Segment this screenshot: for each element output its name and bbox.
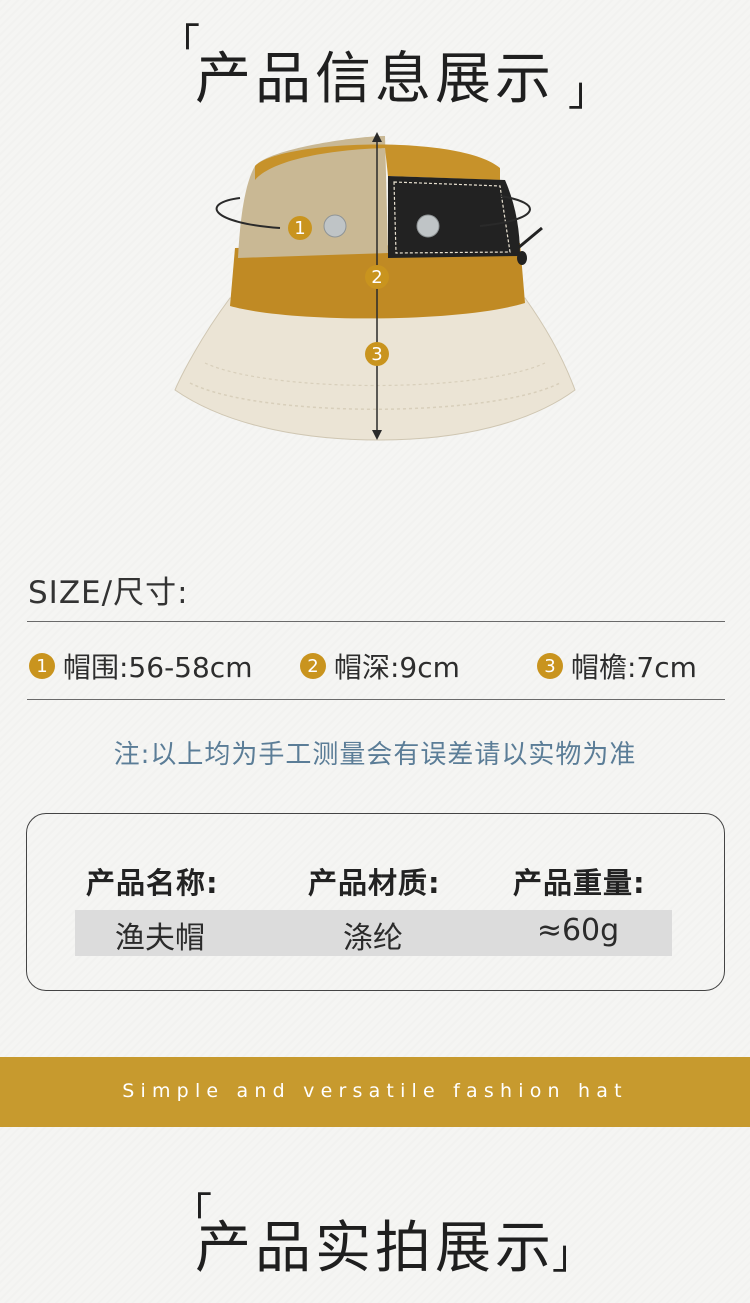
size-divider-top <box>27 621 725 622</box>
dimension-number-badge: 1 <box>29 653 55 679</box>
hat-marker-1: 1 <box>288 216 312 240</box>
dimension-circumference: 1 帽围:56-58cm <box>29 644 252 688</box>
dimension-label: 帽檐:7cm <box>571 651 697 684</box>
photo-title-close-bracket: 」 <box>552 1232 592 1278</box>
dimension-label: 帽深:9cm <box>334 651 460 684</box>
photo-title-block: 「 产品实拍展示 」 <box>0 1193 750 1283</box>
dimension-brim: 3 帽檐:7cm <box>537 644 697 688</box>
product-info-box <box>26 813 725 991</box>
tagline-text: Simple and versatile fashion hat <box>122 1080 628 1102</box>
dimension-depth: 2 帽深:9cm <box>300 644 460 688</box>
size-divider-bottom <box>27 699 725 700</box>
value-product-weight: ≈60g <box>536 913 620 948</box>
hat-marker-3: 3 <box>365 342 389 366</box>
info-title-block: 「 产品信息展示 」 <box>0 20 750 115</box>
page-title: 产品信息展示 <box>195 47 555 112</box>
header-product-name: 产品名称: <box>86 866 219 900</box>
title-close-bracket: 」 <box>568 69 608 115</box>
dimension-number-badge: 3 <box>537 653 563 679</box>
value-product-material: 涤纶 <box>343 921 403 956</box>
measurement-note: 注:以上均为手工测量会有误差请以实物为准 <box>113 740 637 770</box>
value-product-name: 渔夫帽 <box>115 921 205 956</box>
header-product-weight: 产品重量: <box>513 866 646 900</box>
product-detail-page: 「 产品信息展示 」 1 2 3 SIZE/尺寸: 1 帽围:56-58cm 2… <box>0 0 750 1303</box>
size-heading: SIZE/尺寸: <box>28 575 189 611</box>
photo-section-title: 产品实拍展示 <box>195 1216 555 1281</box>
header-product-material: 产品材质: <box>308 866 441 900</box>
hat-marker-2: 2 <box>365 265 389 289</box>
dimension-label: 帽围:56-58cm <box>63 651 253 684</box>
dimension-number-badge: 2 <box>300 653 326 679</box>
